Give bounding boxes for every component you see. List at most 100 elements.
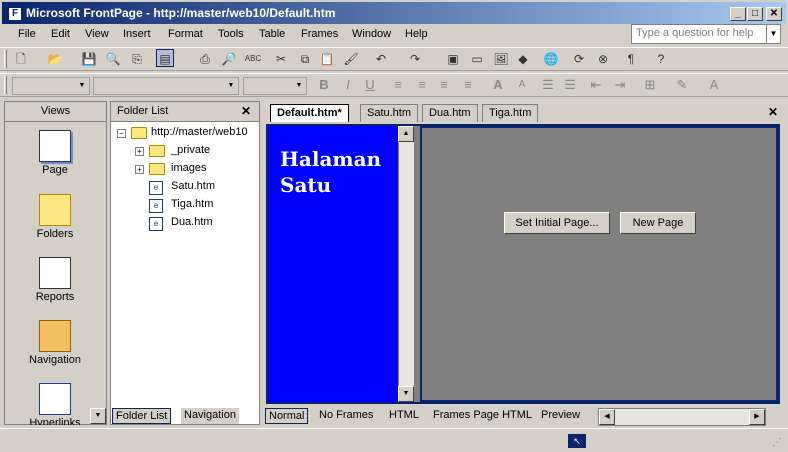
print-preview-icon[interactable]: 🔎 <box>220 50 238 68</box>
align-right-icon[interactable]: ≡ <box>436 76 452 94</box>
view-page[interactable]: Page <box>9 126 101 186</box>
tab-preview[interactable]: Preview <box>538 408 583 424</box>
underline-icon[interactable]: U <box>362 76 378 94</box>
show-all-icon[interactable]: ¶ <box>622 50 640 68</box>
menu-window[interactable]: Window <box>352 28 391 40</box>
tab-html[interactable]: HTML <box>386 408 422 424</box>
font-select[interactable]: ▼ <box>93 77 239 95</box>
folder-icon <box>149 145 165 157</box>
italic-icon[interactable]: I <box>340 76 356 94</box>
borders-icon[interactable]: ⊞ <box>642 76 658 94</box>
folder-list-close-icon[interactable]: ✕ <box>241 104 251 118</box>
undo-icon[interactable]: ↶ <box>372 50 390 68</box>
view-navigation[interactable]: Navigation <box>9 316 101 376</box>
view-reports[interactable]: Reports <box>9 253 101 313</box>
menu-frames[interactable]: Frames <box>301 28 338 40</box>
spelling-icon[interactable]: ABC <box>244 50 262 68</box>
open-icon[interactable]: 📂 <box>46 50 64 68</box>
menu-tools[interactable]: Tools <box>218 28 244 40</box>
menu-file[interactable]: File <box>18 28 36 40</box>
stop-icon[interactable]: ⊗ <box>594 50 612 68</box>
expand-icon[interactable]: + <box>135 165 144 174</box>
close-document-icon[interactable]: ✕ <box>768 105 778 119</box>
bullets-icon[interactable]: ☰ <box>562 76 578 94</box>
menu-view[interactable]: View <box>85 28 109 40</box>
resize-grip-icon[interactable]: ⋰ <box>772 437 782 448</box>
scroll-left-icon[interactable]: ◀ <box>599 409 615 425</box>
close-button[interactable]: ✕ <box>766 7 782 21</box>
doc-tab-satu[interactable]: Satu.htm <box>360 104 419 122</box>
justify-icon[interactable]: ≡ <box>460 76 476 94</box>
insert-table-icon[interactable]: ▭ <box>468 50 486 68</box>
drawing-icon[interactable]: ◆ <box>514 50 532 68</box>
toggle-pane-icon[interactable]: ▤ <box>156 49 174 67</box>
menu-help[interactable]: Help <box>405 28 428 40</box>
horizontal-scrollbar[interactable]: ◀ ▶ <box>598 408 766 426</box>
copy-icon[interactable]: ⧉ <box>296 50 314 68</box>
tree-label: images <box>171 162 207 174</box>
increase-font-icon[interactable]: A <box>490 76 506 94</box>
tab-folder-list[interactable]: Folder List <box>112 408 172 424</box>
insert-component-icon[interactable]: ▣ <box>444 50 462 68</box>
print-icon[interactable]: ⎙ <box>196 50 214 68</box>
maximize-button[interactable]: □ <box>747 7 763 21</box>
redo-icon[interactable]: ↷ <box>406 50 424 68</box>
tree-label: http://master/web10 <box>151 126 248 138</box>
help-icon[interactable]: ? <box>652 50 670 68</box>
numbering-icon[interactable]: ☰ <box>540 76 556 94</box>
expand-icon[interactable]: + <box>135 147 144 156</box>
tab-normal[interactable]: Normal <box>265 408 309 424</box>
refresh-icon[interactable]: ⟳ <box>570 50 588 68</box>
tab-no-frames[interactable]: No Frames <box>316 408 376 424</box>
left-frame[interactable]: Halaman Satu <box>268 126 400 402</box>
collapse-icon[interactable]: − <box>117 129 126 138</box>
toolbar-grip[interactable] <box>4 76 7 94</box>
view-folders[interactable]: Folders <box>9 190 101 250</box>
menu-format[interactable]: Format <box>168 28 203 40</box>
font-size-select[interactable]: ▼ <box>243 77 307 95</box>
align-center-icon[interactable]: ≡ <box>414 76 430 94</box>
menu-insert[interactable]: Insert <box>123 28 151 40</box>
left-frame-scrollbar[interactable]: ▲ ▼ <box>398 126 414 402</box>
doc-tab-tiga[interactable]: Tiga.htm <box>482 104 539 122</box>
menu-table[interactable]: Table <box>259 28 285 40</box>
minimize-button[interactable]: _ <box>730 7 746 21</box>
paste-icon[interactable]: 📋 <box>318 50 336 68</box>
doc-tab-default[interactable]: Default.htm* <box>270 104 349 122</box>
bold-icon[interactable]: B <box>316 76 332 94</box>
decrease-indent-icon[interactable]: ⇤ <box>588 76 604 94</box>
cut-icon[interactable]: ✂ <box>272 50 290 68</box>
tab-label: Folder List <box>116 410 168 422</box>
views-scroll-down-icon[interactable]: ▼ <box>90 408 106 424</box>
new-page-icon[interactable]: 🗋 <box>12 50 30 68</box>
search-icon[interactable]: 🔍 <box>104 50 122 68</box>
frontpage-app-icon[interactable]: F <box>8 7 22 21</box>
folder-list-header: Folder List <box>111 102 259 122</box>
insert-picture-icon[interactable]: 🖼 <box>492 50 510 68</box>
style-select[interactable]: ▼ <box>12 77 90 95</box>
view-hyperlinks[interactable]: Hyperlinks <box>9 379 101 425</box>
align-left-icon[interactable]: ≡ <box>390 76 406 94</box>
toolbar-grip[interactable] <box>4 50 7 68</box>
doc-tab-label: Tiga.htm <box>489 107 532 119</box>
scroll-up-icon[interactable]: ▲ <box>398 126 414 142</box>
status-bar: ↖ ⋰ <box>0 428 788 452</box>
doc-tab-dua[interactable]: Dua.htm <box>422 104 478 122</box>
decrease-font-icon[interactable]: A <box>514 76 530 94</box>
hyperlink-icon[interactable]: 🌐 <box>542 50 560 68</box>
save-icon[interactable]: 💾 <box>80 50 98 68</box>
help-dropdown-icon[interactable]: ▼ <box>766 25 780 43</box>
publish-icon[interactable]: ⎘ <box>128 50 146 68</box>
set-initial-page-button[interactable]: Set Initial Page... <box>504 212 610 234</box>
font-color-icon[interactable]: A <box>706 76 722 94</box>
tab-frames-page-html[interactable]: Frames Page HTML <box>430 408 535 424</box>
new-page-button[interactable]: New Page <box>620 212 696 234</box>
tab-navigation[interactable]: Navigation <box>181 408 239 424</box>
menu-edit[interactable]: Edit <box>51 28 70 40</box>
highlight-icon[interactable]: ✎ <box>674 76 690 94</box>
format-painter-icon[interactable]: 🖌 <box>342 50 360 68</box>
increase-indent-icon[interactable]: ⇥ <box>612 76 628 94</box>
help-search-input[interactable]: Type a question for help <box>631 24 781 44</box>
scroll-right-icon[interactable]: ▶ <box>749 409 765 425</box>
scroll-down-icon[interactable]: ▼ <box>398 386 414 402</box>
